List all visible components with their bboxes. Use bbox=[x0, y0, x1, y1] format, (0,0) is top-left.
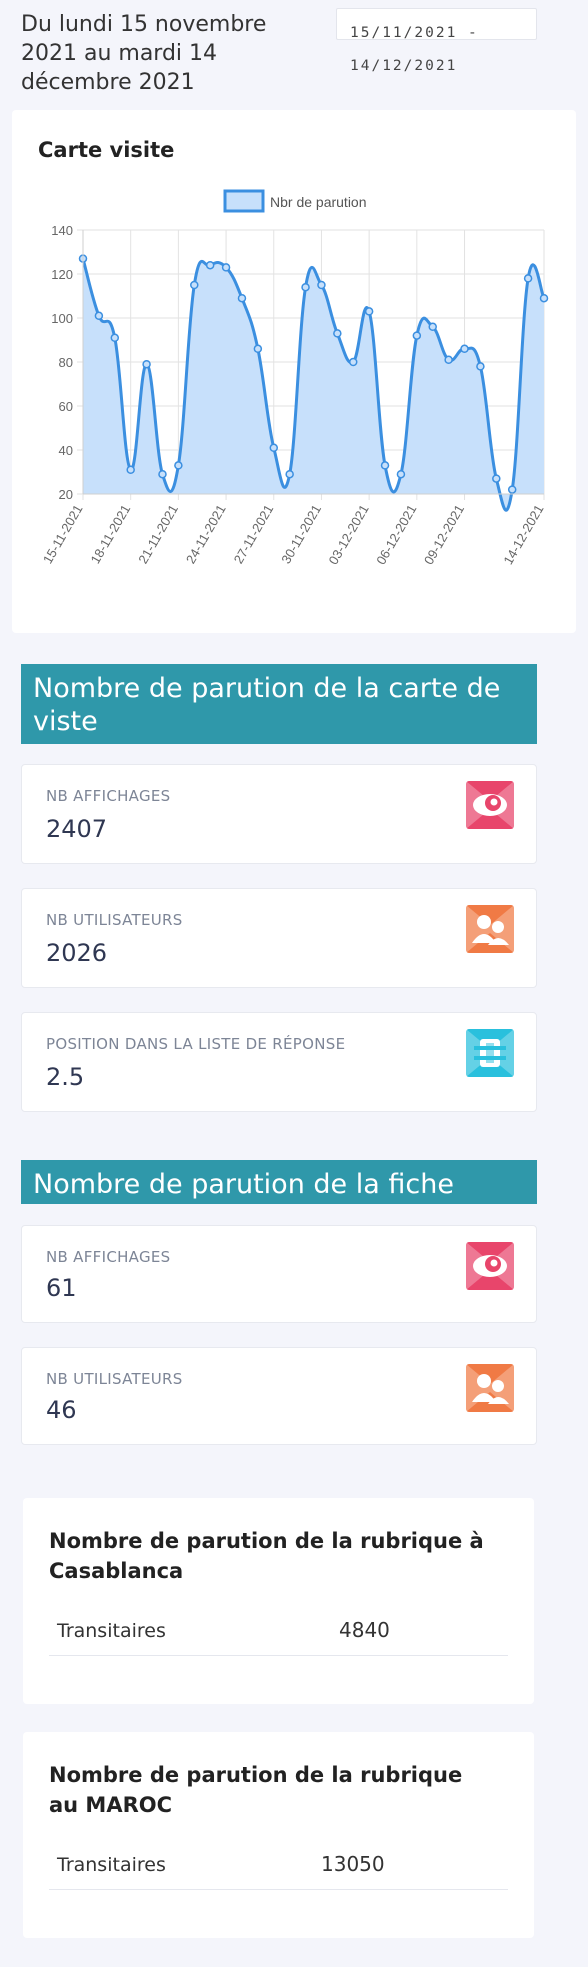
area-chart: 20 40 60 80 100 120 140 15-11-2021 18-11-2021 21-… bbox=[40, 189, 549, 567]
table-row: Transitaires 4840 bbox=[49, 1608, 508, 1656]
eye-icon bbox=[466, 1242, 514, 1290]
data-point bbox=[190, 280, 199, 290]
x-tick-label: 18-11-2021 bbox=[88, 502, 134, 566]
rubrique-title: Nombre de parution de la rubrique à Casa… bbox=[49, 1529, 484, 1583]
rubrique-title: Nombre de parution de la rubrique au MAR… bbox=[49, 1763, 463, 1817]
data-point bbox=[428, 322, 437, 332]
data-point bbox=[126, 465, 135, 475]
stat-value: 2407 bbox=[46, 815, 108, 843]
table-row: Transitaires 13050 bbox=[49, 1842, 508, 1890]
section-title-line: Nombre de parution de la carte de bbox=[33, 673, 501, 704]
stat-value: 61 bbox=[46, 1274, 77, 1302]
data-point bbox=[460, 344, 469, 354]
users-icon bbox=[466, 905, 514, 953]
x-tick-label: 24-11-2021 bbox=[183, 502, 229, 566]
eye-icon bbox=[466, 781, 514, 829]
stat-label: NB UTILISATEURS bbox=[46, 1370, 183, 1388]
data-point bbox=[444, 355, 453, 365]
legend-swatch bbox=[223, 189, 265, 213]
stat-card-affichages: NB AFFICHAGES 2407 bbox=[21, 764, 537, 864]
data-point bbox=[539, 293, 549, 303]
x-tick-label: 14-12-2021 bbox=[500, 502, 546, 567]
list-icon bbox=[466, 1029, 514, 1077]
data-point bbox=[174, 461, 183, 470]
x-tick-label: 06-12-2021 bbox=[373, 502, 419, 567]
data-point bbox=[333, 329, 342, 338]
data-point bbox=[205, 260, 215, 270]
stat-value: 2026 bbox=[46, 939, 108, 967]
stat-value: 2.5 bbox=[46, 1063, 85, 1091]
rubrique-card-casablanca: Nombre de parution de la rubrique à Casa… bbox=[23, 1498, 534, 1704]
data-point bbox=[523, 274, 533, 283]
data-point bbox=[492, 474, 501, 483]
stat-card-position: POSITION DANS LA LISTE DE RÉPONSE 2.5 bbox=[21, 1012, 537, 1112]
stat-card-utilisateurs-fiche: NB UTILISATEURS 46 bbox=[21, 1347, 537, 1445]
x-tick-label: 09-12-2021 bbox=[421, 502, 467, 567]
stat-card-utilisateurs: NB UTILISATEURS 2026 bbox=[21, 888, 537, 988]
stat-label: NB AFFICHAGES bbox=[46, 1248, 171, 1266]
stat-label: POSITION DANS LA LISTE DE RÉPONSE bbox=[46, 1035, 346, 1053]
stat-value: 46 bbox=[46, 1396, 77, 1424]
section-title-line: Nombre de parution de la fiche bbox=[33, 1169, 454, 1200]
rubrique-value: 13050 bbox=[321, 1852, 385, 1876]
section-title-line: viste bbox=[33, 706, 98, 737]
y-tick-label: 140 bbox=[51, 223, 73, 238]
users-icon bbox=[466, 1364, 514, 1412]
x-tick-label: 15-11-2021 bbox=[40, 502, 86, 566]
data-point bbox=[380, 461, 390, 470]
section-banner-fiche: Nombre de parution de la fiche bbox=[21, 1160, 537, 1204]
data-point bbox=[158, 469, 167, 479]
x-tick-label: 27-11-2021 bbox=[231, 502, 277, 566]
data-point bbox=[269, 443, 279, 453]
data-point bbox=[253, 344, 263, 354]
data-point bbox=[364, 307, 374, 316]
y-tick-label: 120 bbox=[51, 267, 73, 282]
rubrique-value: 4840 bbox=[339, 1618, 390, 1642]
stat-label: NB UTILISATEURS bbox=[46, 911, 183, 929]
data-point bbox=[110, 333, 120, 343]
y-tick-label: 60 bbox=[59, 399, 73, 414]
rubrique-name: Transitaires bbox=[57, 1854, 166, 1876]
data-point bbox=[348, 357, 358, 367]
legend-label: Nbr de parution bbox=[270, 194, 367, 210]
data-point bbox=[301, 282, 310, 292]
data-point bbox=[507, 485, 517, 494]
y-tick-label: 100 bbox=[51, 311, 73, 326]
data-point bbox=[396, 469, 406, 479]
rubrique-name: Transitaires bbox=[57, 1620, 166, 1642]
stat-label: NB AFFICHAGES bbox=[46, 787, 171, 805]
data-point bbox=[221, 263, 231, 272]
section-banner-carte: Nombre de parution de la carte de viste bbox=[21, 664, 537, 744]
x-tick-label: 30-11-2021 bbox=[278, 502, 324, 566]
data-point bbox=[142, 359, 151, 369]
data-point bbox=[285, 469, 294, 479]
y-tick-label: 20 bbox=[59, 487, 73, 502]
stat-card-affichages-fiche: NB AFFICHAGES 61 bbox=[21, 1225, 537, 1323]
y-tick-label: 40 bbox=[59, 443, 73, 458]
data-point bbox=[94, 311, 104, 321]
y-tick-label: 80 bbox=[59, 355, 73, 370]
data-point bbox=[412, 331, 422, 340]
data-point bbox=[237, 293, 247, 303]
rubrique-card-maroc: Nombre de parution de la rubrique au MAR… bbox=[23, 1732, 534, 1938]
data-point bbox=[476, 362, 485, 371]
data-point bbox=[317, 280, 326, 290]
x-tick-label: 21-11-2021 bbox=[135, 502, 181, 566]
x-tick-label: 03-12-2021 bbox=[325, 502, 371, 567]
